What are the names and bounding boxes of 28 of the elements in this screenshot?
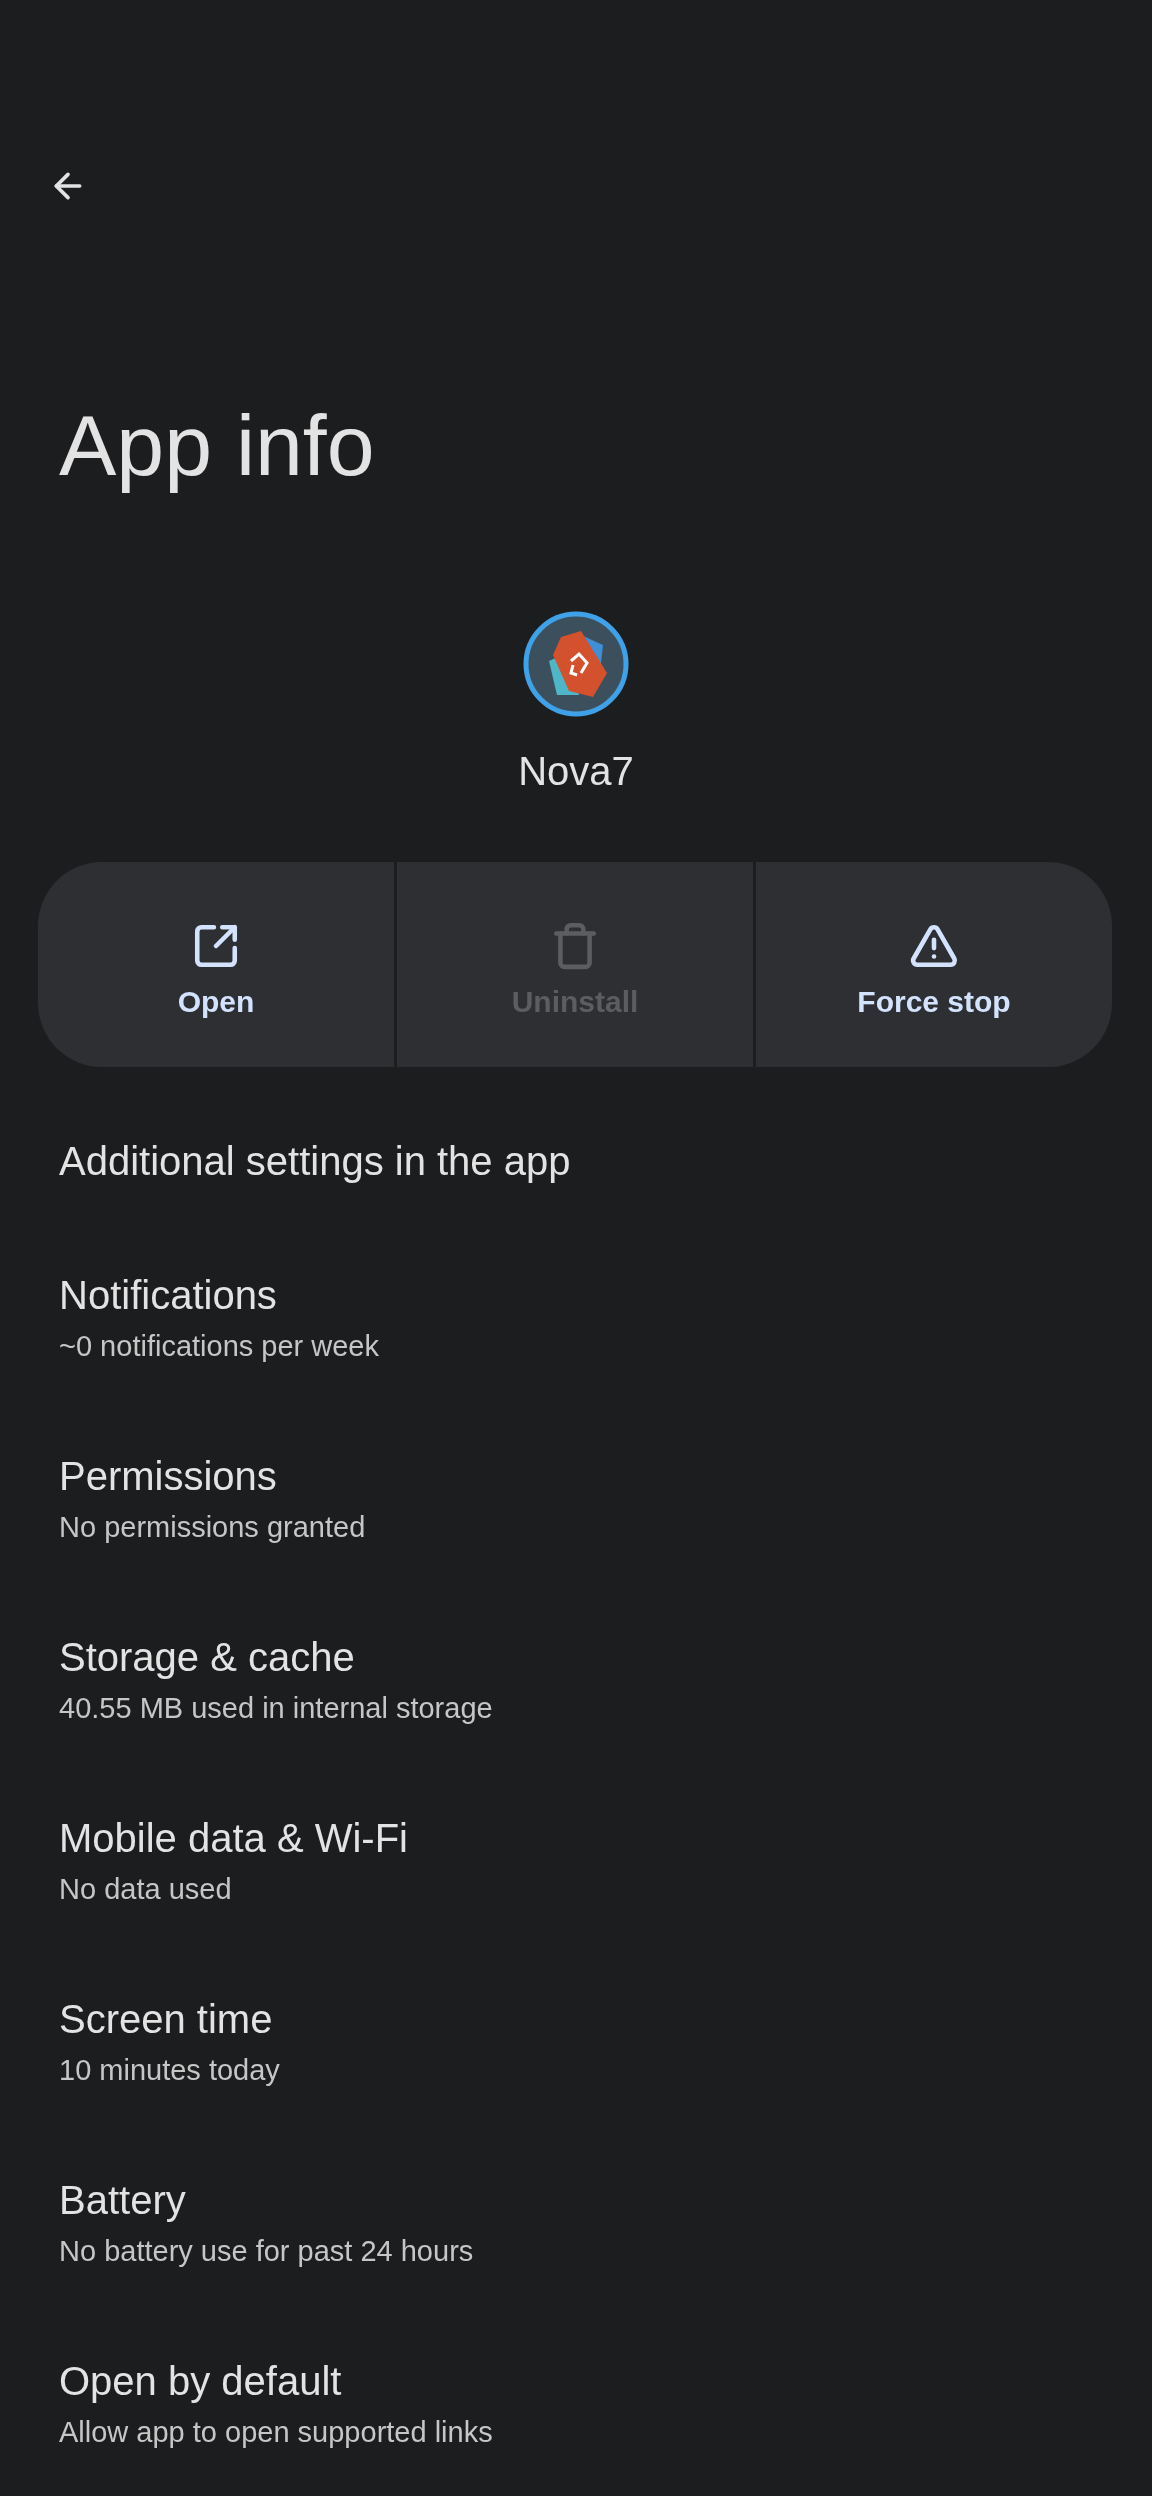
settings-title: Permissions bbox=[59, 1453, 277, 1500]
settings-title: Screen time bbox=[59, 1996, 273, 2043]
settings-title: Mobile data & Wi‑Fi bbox=[59, 1815, 408, 1862]
settings-item[interactable]: Mobile data & Wi‑Fi No data used bbox=[0, 1771, 1152, 1952]
settings-title: Storage & cache bbox=[59, 1634, 355, 1681]
settings-summary: No battery use for past 24 hours bbox=[59, 2234, 474, 2269]
action-button[interactable]: Force stop bbox=[756, 862, 1112, 1067]
settings-title: Notifications bbox=[59, 1272, 277, 1319]
page-title: App info bbox=[59, 396, 376, 495]
settings-summary: Allow app to open supported links bbox=[59, 2415, 493, 2450]
settings-item[interactable]: Storage & cache 40.55 MB used in internal storage bbox=[0, 1590, 1152, 1771]
settings-item[interactable]: Notifications ~0 notifications per week bbox=[0, 1228, 1152, 1409]
settings-item[interactable]: Screen time 10 minutes today bbox=[0, 1952, 1152, 2133]
settings-summary: ~0 notifications per week bbox=[59, 1329, 379, 1364]
settings-summary: No data used bbox=[59, 1872, 232, 1907]
settings-item[interactable]: Open by default Allow app to open supported links bbox=[0, 2314, 1152, 2495]
settings-title: Additional settings in the app bbox=[59, 1138, 571, 1185]
settings-summary: No permissions granted bbox=[59, 1510, 366, 1545]
action-button[interactable]: Open bbox=[38, 862, 394, 1067]
settings-title: Battery bbox=[59, 2177, 186, 2224]
settings-summary: 10 minutes today bbox=[59, 2053, 280, 2088]
app-icon bbox=[523, 611, 629, 717]
app-name: Nova7 bbox=[518, 748, 634, 795]
settings-item[interactable]: Battery No battery use for past 24 hours bbox=[0, 2133, 1152, 2314]
settings-item[interactable]: Permissions No permissions granted bbox=[0, 1409, 1152, 1590]
settings-item[interactable]: Additional settings in the app bbox=[0, 1094, 1152, 1228]
settings-title: Open by default bbox=[59, 2358, 342, 2405]
settings-summary: 40.55 MB used in internal storage bbox=[59, 1691, 493, 1726]
